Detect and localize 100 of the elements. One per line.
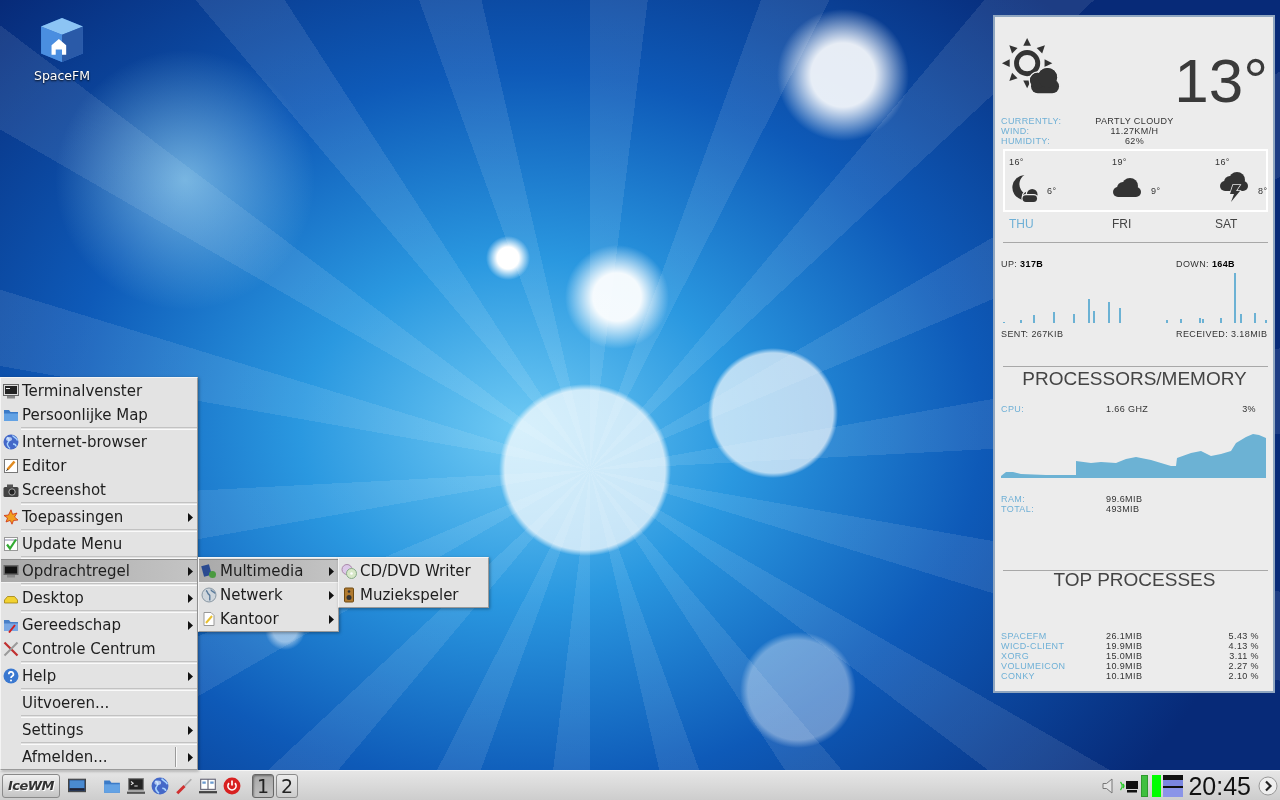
help-icon <box>3 668 19 684</box>
process-cpu: 4.13 % <box>1228 641 1260 651</box>
process-memory: 26.1MIB <box>1106 631 1144 641</box>
weather-value: 62% <box>1123 136 1146 146</box>
weather-value: PARTLY CLOUDY <box>1095 116 1174 126</box>
menu-item[interactable]: Persoonlijke Map <box>1 403 197 427</box>
tools-folder-icon <box>3 617 19 633</box>
menu-item[interactable]: Settings <box>1 718 197 742</box>
process-cpu: 5.43 % <box>1228 631 1260 641</box>
cpu-monitor-graph <box>1152 774 1162 797</box>
cpu-label: CPU: <box>1001 404 1026 414</box>
clock[interactable]: 20:45 <box>1188 771 1251 800</box>
volume-icon[interactable] <box>1102 777 1115 794</box>
menu-item[interactable]: Help <box>1 664 197 688</box>
menu-item[interactable]: Editor <box>1 454 197 478</box>
globe-icon[interactable] <box>151 776 169 795</box>
received-total: RECEIVED: 3.18MIB <box>1176 329 1268 339</box>
upload-speed: UP: 317B <box>1001 259 1045 269</box>
process-cpu: 3.11 % <box>1228 651 1260 661</box>
high-temperature: 19° <box>1112 157 1128 167</box>
process-name: SPACEFM <box>1001 631 1048 641</box>
menu-item[interactable]: Afmelden... <box>1 745 197 769</box>
sent-total: SENT: 267KIB <box>1001 329 1065 339</box>
terminal-icon <box>3 383 19 399</box>
workspace-button[interactable]: 2 <box>276 773 298 798</box>
menu-item[interactable]: CD/DVD Writer <box>339 559 488 583</box>
cpu-frequency: 1.66 GHZ <box>1106 404 1150 414</box>
globe-icon <box>201 587 217 603</box>
desktop-icon-label[interactable]: SpaceFM <box>33 68 91 83</box>
power-icon[interactable] <box>223 776 241 795</box>
discs-icon <box>341 563 357 579</box>
section-heading: PROCESSORS/MEMORY <box>1021 368 1248 390</box>
process-memory: 10.1MIB <box>1106 671 1144 681</box>
process-cpu: 2.10 % <box>1228 671 1260 681</box>
forecast-day: THU <box>1009 216 1034 232</box>
desktop-screen-icon[interactable] <box>68 776 86 795</box>
process-memory: 10.9MIB <box>1106 661 1144 671</box>
low-temperature: 8° <box>1258 186 1268 196</box>
multimedia-icon <box>201 563 217 579</box>
network-monitor-graph <box>1141 774 1149 797</box>
weather-label: HUMIDITY: <box>1001 136 1052 146</box>
crossed-tools-icon <box>3 641 19 657</box>
cube-house-icon[interactable] <box>39 17 85 63</box>
low-temperature: 9° <box>1151 186 1161 196</box>
chevron-right-icon[interactable] <box>1258 775 1278 796</box>
menu-item[interactable]: Opdrachtregel <box>1 559 197 583</box>
process-memory: 19.9MIB <box>1106 641 1144 651</box>
weather-label: CURRENTLY: <box>1001 116 1063 126</box>
partly-cloudy-icon <box>1001 37 1061 97</box>
process-cpu: 2.27 % <box>1228 661 1260 671</box>
process-name: VOLUMEICON <box>1001 661 1067 671</box>
notepad-icon <box>3 458 19 474</box>
menu-item[interactable]: Muziekspeler <box>339 583 488 607</box>
menu-item[interactable]: Kantoor <box>199 607 338 631</box>
forecast-day: FRI <box>1112 216 1132 232</box>
menu-item[interactable]: Netwerk <box>199 583 338 607</box>
menu-item[interactable]: Update Menu <box>1 532 197 556</box>
menu-item[interactable]: Gereedschap <box>1 613 197 637</box>
menu-item[interactable]: Desktop <box>1 586 197 610</box>
menu-item[interactable]: Toepassingen <box>1 505 197 529</box>
memory-value: 99.6MIB <box>1106 494 1144 504</box>
weather-value: 11.27KM/H <box>1109 126 1160 136</box>
workspace-button[interactable]: 1 <box>252 773 274 798</box>
menu-item[interactable]: Uitvoeren... <box>1 691 197 715</box>
screwdriver-icon[interactable] <box>175 776 193 795</box>
memory-value: 493MIB <box>1106 504 1141 514</box>
starburst-icon <box>3 509 19 525</box>
menu-item[interactable]: Multimedia <box>199 559 338 583</box>
low-temperature: 6° <box>1047 186 1057 196</box>
menu-item[interactable]: Terminalvenster <box>1 379 197 403</box>
download-speed: DOWN: 164B <box>1176 259 1237 269</box>
cloud-icon <box>1112 177 1142 197</box>
high-temperature: 16° <box>1215 157 1231 167</box>
speaker-icon <box>341 587 357 603</box>
globe-icon <box>3 434 19 450</box>
forecast-day: SAT <box>1215 216 1238 232</box>
start-button[interactable]: IceWM <box>2 773 60 798</box>
process-name: CONKY <box>1001 671 1036 681</box>
high-temperature: 16° <box>1009 157 1025 167</box>
process-name: XORG <box>1001 651 1031 661</box>
checklist-icon <box>3 536 19 552</box>
section-heading: TOP PROCESSES <box>1052 571 1217 589</box>
memory-label: TOTAL: <box>1001 504 1036 514</box>
weather-label: WIND: <box>1001 126 1031 136</box>
camera-icon <box>3 482 19 498</box>
process-memory: 15.0MIB <box>1106 651 1144 661</box>
menu-item[interactable]: Internet-browser <box>1 430 197 454</box>
temperature: 13° <box>1174 50 1268 112</box>
memory-label: RAM: <box>1001 494 1027 504</box>
document-icon <box>201 611 217 627</box>
menu-item[interactable]: Screenshot <box>1 478 197 502</box>
memory-monitor-graph <box>1163 774 1184 797</box>
window-icon[interactable] <box>199 776 217 795</box>
thunderstorm-icon <box>1219 171 1249 203</box>
terminal-icon[interactable] <box>127 776 145 795</box>
folder-icon <box>3 407 19 423</box>
cpu-usage: 3% <box>1242 404 1257 414</box>
menu-item[interactable]: Controle Centrum <box>1 637 197 661</box>
process-name: WICD-CLIENT <box>1001 641 1066 651</box>
monitor-icon <box>3 563 19 579</box>
